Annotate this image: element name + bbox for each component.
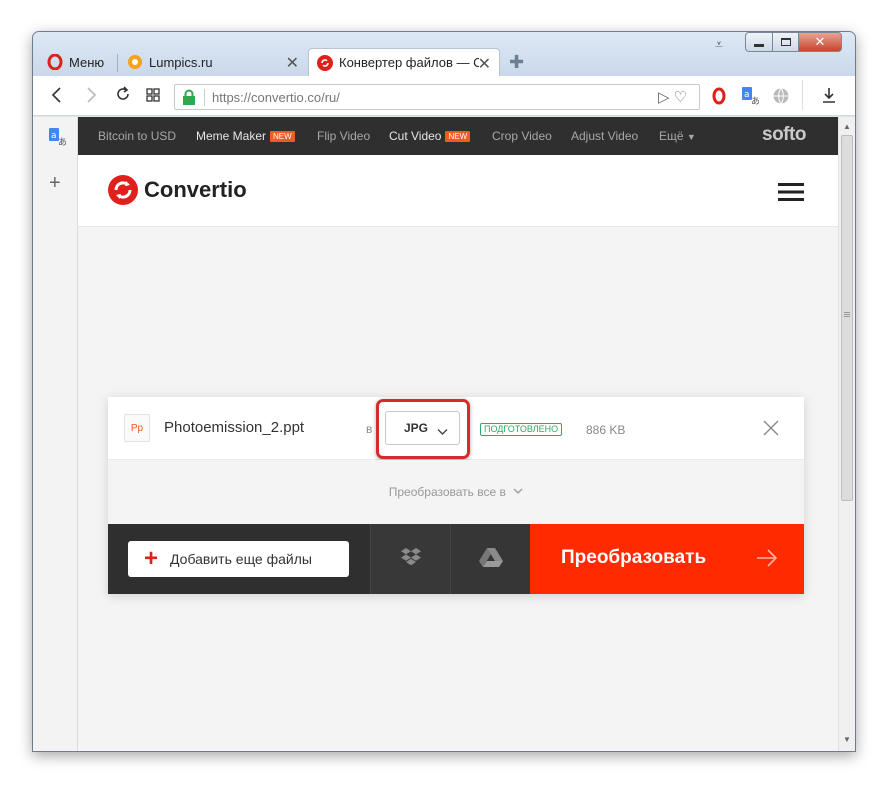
nav-flip-video[interactable]: Flip Video xyxy=(317,129,370,143)
google-drive-button[interactable] xyxy=(450,524,530,594)
file-size: 886 KB xyxy=(586,423,626,437)
nav-label: Meme Maker xyxy=(196,129,267,143)
nav-label: Cut Video xyxy=(389,129,442,143)
speed-dial-icon[interactable] xyxy=(146,87,160,105)
page-content: Bitcoin to USD Meme Maker NEW Flip Video … xyxy=(78,117,838,751)
dropbox-button[interactable] xyxy=(370,524,450,594)
browser-sidebar: aあ + xyxy=(33,117,78,751)
tab-lumpics[interactable]: Lumpics.ru ✕ xyxy=(119,48,307,76)
nav-adjust-video[interactable]: Adjust Video xyxy=(571,129,638,143)
close-tab-icon[interactable]: ✕ xyxy=(286,53,299,73)
close-icon: ✕ xyxy=(814,34,826,49)
chevron-down-icon xyxy=(437,423,448,441)
convert-all-row: Преобразовать все в xyxy=(108,460,804,524)
arrow-right-icon xyxy=(756,548,778,573)
download-icon[interactable] xyxy=(821,86,837,109)
url-text[interactable]: https://convertio.co/ru/ xyxy=(212,90,340,105)
tab-convertio[interactable]: Конвертер файлов — Co ✕ xyxy=(308,48,500,76)
reload-icon[interactable] xyxy=(115,85,131,106)
send-icon[interactable]: ▷ xyxy=(658,89,674,106)
vpn-globe-icon[interactable] xyxy=(772,87,790,110)
back-icon[interactable] xyxy=(51,86,63,107)
svg-text:a: a xyxy=(51,131,57,141)
maximize-icon xyxy=(780,38,791,46)
site-top-nav: Bitcoin to USD Meme Maker NEW Flip Video … xyxy=(78,117,838,155)
menu-button[interactable]: Меню xyxy=(39,48,117,76)
address-divider xyxy=(204,89,205,106)
menu-label: Меню xyxy=(69,54,105,70)
remove-file-icon[interactable] xyxy=(763,420,779,441)
logo-text: Convertio xyxy=(144,177,247,202)
maximize-button[interactable] xyxy=(772,32,799,52)
tab-title: Lumpics.ru xyxy=(149,54,213,70)
convert-all-control[interactable]: Преобразовать все в xyxy=(108,484,804,499)
file-row: Pp Photoemission_2.ppt в JPG ПОДГОТОВЛЕН… xyxy=(108,397,804,460)
close-tab-icon[interactable]: ✕ xyxy=(478,54,491,74)
new-badge: NEW xyxy=(270,131,295,142)
format-value: JPG xyxy=(404,421,429,435)
opera-adblock-icon[interactable] xyxy=(711,86,727,111)
format-select[interactable]: JPG xyxy=(385,411,460,445)
convertio-logo-icon xyxy=(108,175,138,205)
converter-card: Pp Photoemission_2.ppt в JPG ПОДГОТОВЛЕН… xyxy=(108,397,804,594)
tab-menu-icon[interactable]: ⩡ xyxy=(715,36,723,53)
tab-title: Конвертер файлов — Co xyxy=(339,55,479,70)
add-sidebar-item-icon[interactable]: + xyxy=(49,173,61,193)
vertical-scrollbar[interactable]: ▲ ▼ xyxy=(838,117,855,751)
convert-label: Преобразовать xyxy=(561,547,707,568)
translate-icon[interactable]: aあ xyxy=(741,86,760,111)
scroll-down-icon[interactable]: ▼ xyxy=(843,735,851,744)
browser-toolbar: https://convertio.co/ru/ ▷♡ aあ xyxy=(33,76,855,116)
svg-text:あ: あ xyxy=(58,137,66,147)
nav-cut-video[interactable]: Cut Video NEW xyxy=(389,129,471,143)
minimize-icon xyxy=(754,43,764,47)
action-bar: + Добавить еще файлы Преобразовать xyxy=(108,524,804,594)
softo-brand[interactable]: softo xyxy=(762,124,806,146)
nav-crop-video[interactable]: Crop Video xyxy=(492,129,552,143)
nav-more[interactable]: Ещё ▼ xyxy=(659,129,696,143)
convert-all-label: Преобразовать все в xyxy=(388,485,506,499)
toolbar-divider xyxy=(802,80,803,110)
svg-text:a: a xyxy=(744,90,750,100)
lumpics-favicon-icon xyxy=(127,54,143,70)
dropbox-icon xyxy=(400,547,422,572)
scroll-grip xyxy=(844,312,850,313)
new-badge: NEW xyxy=(445,131,471,142)
forward-icon[interactable] xyxy=(85,86,97,107)
caret-down-icon: ▼ xyxy=(686,132,696,142)
nav-label: Ещё xyxy=(659,129,684,143)
plus-icon: + xyxy=(144,545,159,572)
nav-bitcoin-to-usd[interactable]: Bitcoin to USD xyxy=(98,129,176,143)
minimize-button[interactable] xyxy=(745,32,773,52)
convertio-favicon-icon xyxy=(317,54,333,71)
sidebar-translate-icon[interactable]: aあ xyxy=(48,127,67,152)
to-label: в xyxy=(366,422,373,436)
hamburger-menu-icon[interactable] xyxy=(778,182,804,207)
scroll-up-icon[interactable]: ▲ xyxy=(843,122,851,131)
convertio-logo[interactable]: Convertio xyxy=(108,175,247,205)
title-bar: Меню Lumpics.ru ✕ Конвертер файлов — Co … xyxy=(33,32,855,76)
file-name: Photoemission_2.ppt xyxy=(164,419,305,436)
address-actions: ▷♡ xyxy=(658,88,691,106)
tab-divider xyxy=(117,54,118,72)
add-files-label: Добавить еще файлы xyxy=(170,551,312,567)
site-header: Convertio xyxy=(78,155,838,227)
lock-icon xyxy=(182,89,196,105)
close-window-button[interactable]: ✕ xyxy=(798,32,842,52)
opera-logo-icon xyxy=(47,54,63,70)
bookmark-heart-icon[interactable]: ♡ xyxy=(674,89,691,106)
address-bar[interactable]: https://convertio.co/ru/ ▷♡ xyxy=(174,84,700,110)
google-drive-icon xyxy=(478,547,503,572)
svg-text:あ: あ xyxy=(751,96,759,106)
browser-window: Меню Lumpics.ru ✕ Конвертер файлов — Co … xyxy=(32,31,856,752)
file-type-icon: Pp xyxy=(124,414,150,442)
add-files-button[interactable]: + Добавить еще файлы xyxy=(128,541,349,577)
nav-meme-maker[interactable]: Meme Maker NEW xyxy=(196,129,295,143)
new-tab-icon[interactable]: ✚ xyxy=(509,53,524,71)
convert-button[interactable]: Преобразовать xyxy=(530,524,804,594)
chevron-down-icon xyxy=(513,484,523,498)
scroll-thumb[interactable] xyxy=(841,135,853,501)
status-badge: ПОДГОТОВЛЕНО xyxy=(480,423,563,436)
